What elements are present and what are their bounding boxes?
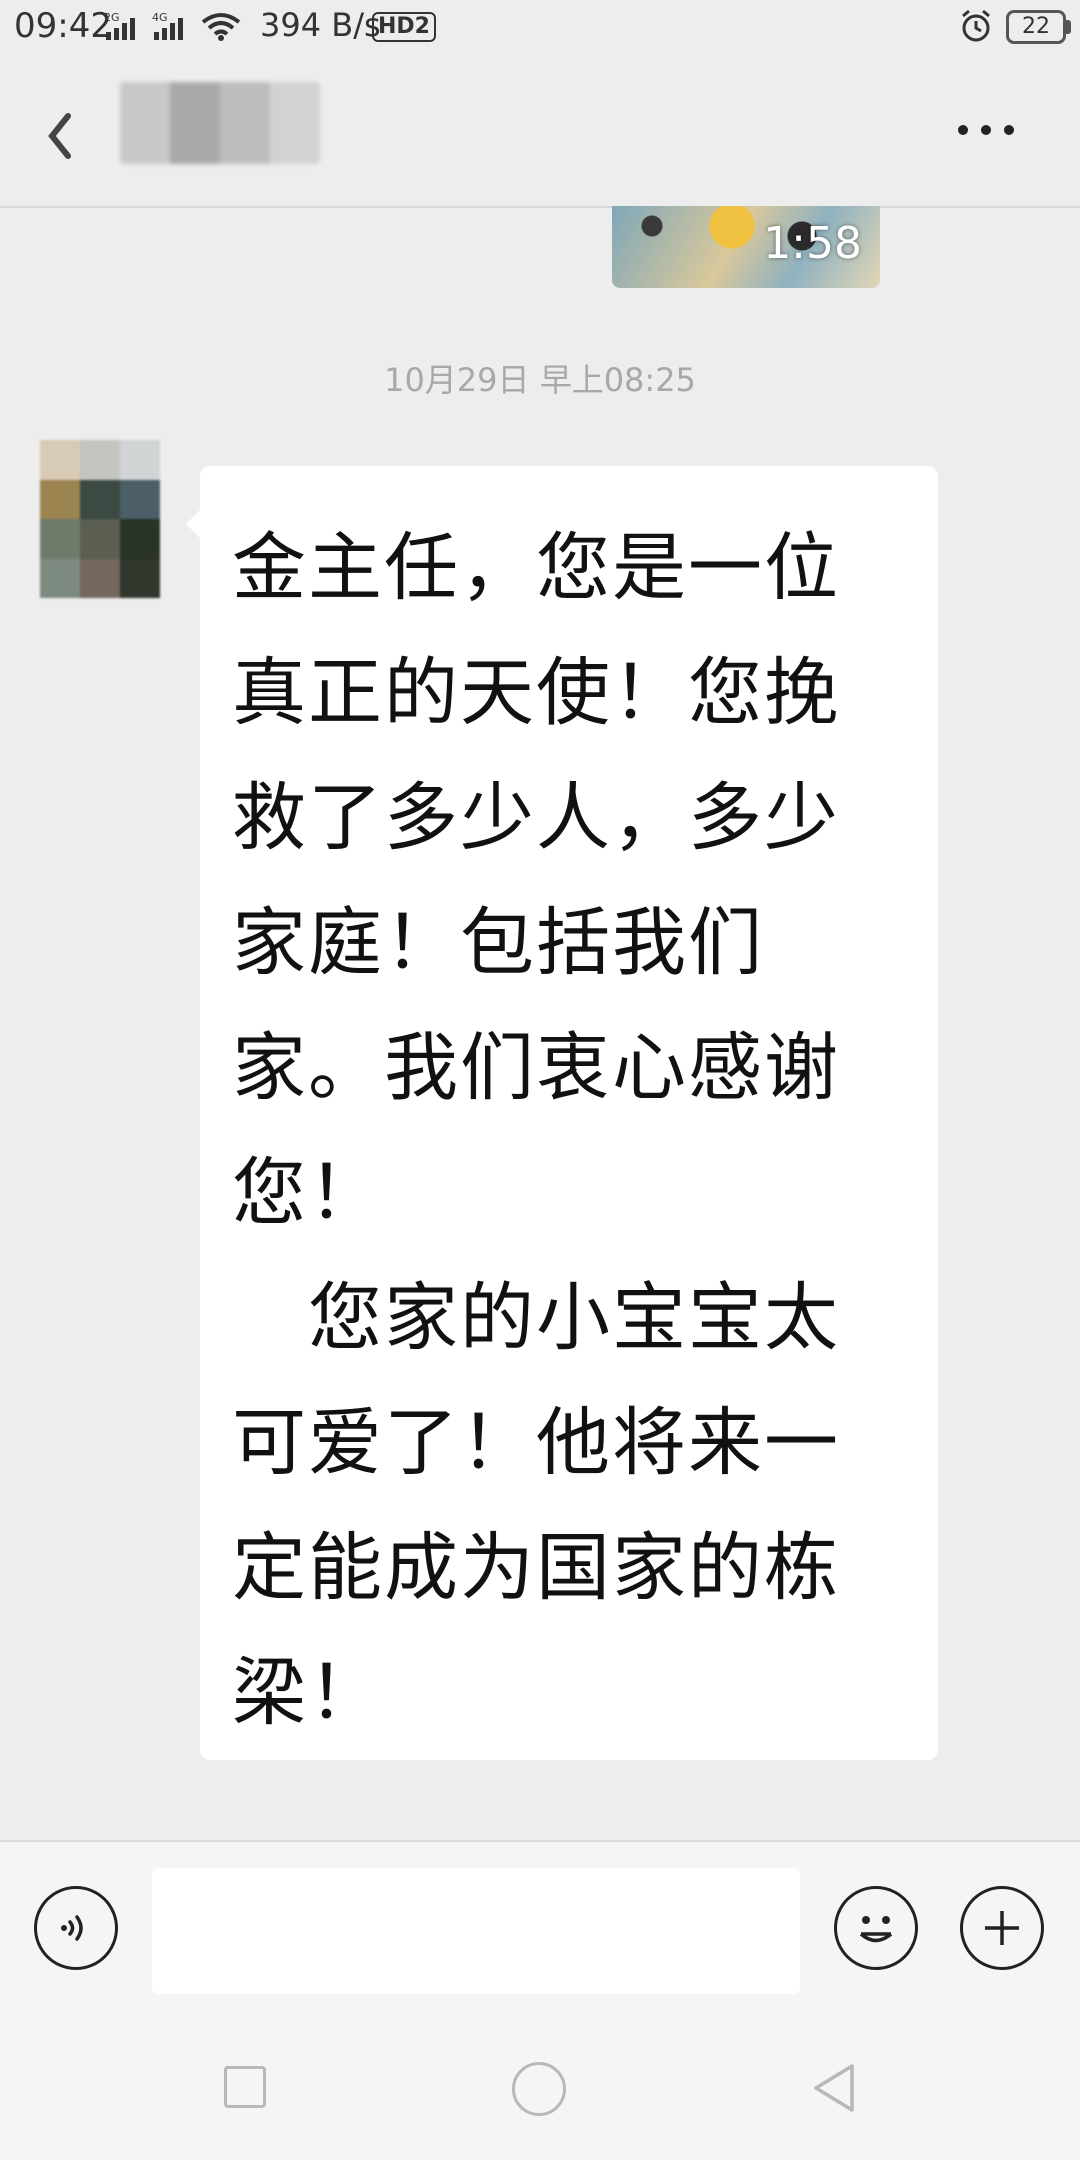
more-dots-icon[interactable] — [958, 120, 1028, 140]
input-bar — [0, 1840, 1080, 2012]
avatar[interactable] — [40, 440, 160, 598]
battery-indicator: 22 — [1006, 10, 1066, 44]
signal-4g-icon: 4G — [152, 11, 183, 40]
signal-2g-icon: 2G — [104, 11, 135, 40]
network-speed: 394 B/s — [260, 6, 381, 44]
contact-name — [120, 82, 320, 164]
hd-icon: HD2 — [372, 12, 436, 42]
voice-icon[interactable] — [34, 1886, 118, 1970]
message-bubble[interactable]: 金主任，您是一位 真正的天使！您挽 救了多少人，多少 家庭！包括我们 家。我们衷… — [200, 466, 938, 1760]
bubble-arrow — [186, 510, 200, 538]
triangle-back-icon[interactable] — [808, 2060, 858, 2116]
video-message-thumbnail[interactable]: 1:58 — [612, 206, 880, 288]
square-icon[interactable] — [224, 2066, 266, 2108]
message-line: 真正的天使！您挽 — [232, 650, 840, 736]
chat-header — [0, 56, 1080, 208]
message-line: 梁！ — [232, 1650, 384, 1736]
message-line: 家庭！包括我们 — [232, 900, 764, 986]
status-time: 09:42 — [14, 6, 112, 46]
navigation-bar — [0, 2010, 1080, 2160]
message-line: 您家的小宝宝太 — [232, 1275, 840, 1361]
emoji-icon[interactable] — [834, 1886, 918, 1970]
status-bar: 09:42 2G 4G 394 B/s HD2 22 — [0, 0, 1080, 56]
svg-text:4G: 4G — [152, 11, 168, 24]
message-line: 救了多少人，多少 — [232, 775, 840, 861]
message-line: 定能成为国家的栋 — [232, 1525, 840, 1611]
message-line: 家。我们衷心感谢 — [232, 1025, 840, 1111]
video-duration: 1:58 — [763, 218, 862, 269]
plus-icon[interactable] — [960, 1886, 1044, 1970]
message-line: 金主任，您是一位 — [232, 525, 840, 611]
alarm-icon — [962, 9, 990, 42]
wifi-icon — [201, 13, 241, 41]
svg-text:2G: 2G — [104, 11, 120, 24]
message-line: 您！ — [232, 1150, 384, 1236]
message-timestamp: 10月29日 早上08:25 — [384, 361, 696, 399]
circle-icon[interactable] — [512, 2062, 566, 2116]
chevron-left-icon[interactable] — [40, 106, 80, 166]
battery-tip — [1066, 20, 1071, 34]
message-line: 可爱了！他将来一 — [232, 1400, 840, 1486]
message-input[interactable] — [152, 1868, 800, 1994]
